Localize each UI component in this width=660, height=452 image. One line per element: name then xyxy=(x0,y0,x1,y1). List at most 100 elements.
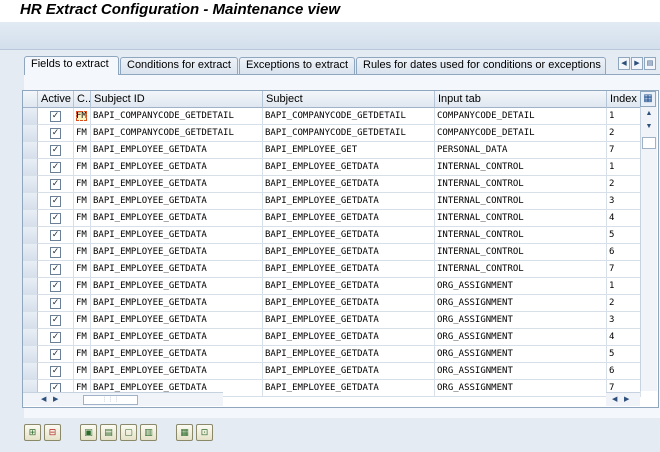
cell-index[interactable]: 7 xyxy=(607,261,641,278)
cell-subject-id[interactable]: BAPI_EMPLOYEE_GETDATA xyxy=(91,176,263,193)
cell-input-tab[interactable]: ORG_ASSIGNMENT xyxy=(435,312,607,329)
cell-c[interactable]: FM xyxy=(74,278,91,295)
cell-c[interactable]: FM xyxy=(74,295,91,312)
cell-input-tab[interactable]: INTERNAL_CONTROL xyxy=(435,159,607,176)
table-settings-icon[interactable]: ▦ xyxy=(640,91,656,107)
checkbox[interactable]: ✓ xyxy=(50,145,61,156)
cell-subject[interactable]: BAPI_EMPLOYEE_GETDATA xyxy=(263,159,435,176)
cell-subject-id[interactable]: BAPI_EMPLOYEE_GETDATA xyxy=(91,346,263,363)
cell-c[interactable]: FM xyxy=(74,363,91,380)
deselect-all-icon[interactable]: ▢ xyxy=(120,424,137,441)
cell-input-tab[interactable]: ORG_ASSIGNMENT xyxy=(435,346,607,363)
cell-subject[interactable]: BAPI_COMPANYCODE_GETDETAIL xyxy=(263,108,435,125)
active-checkbox[interactable]: ✓ xyxy=(38,193,74,210)
column-header-subject[interactable]: Subject xyxy=(263,91,435,108)
row-selector[interactable] xyxy=(23,108,38,125)
scroll-thumb[interactable] xyxy=(642,137,656,149)
active-checkbox[interactable]: ✓ xyxy=(38,312,74,329)
cell-input-tab[interactable]: INTERNAL_CONTROL xyxy=(435,244,607,261)
cell-index[interactable]: 5 xyxy=(607,227,641,244)
active-checkbox[interactable]: ✓ xyxy=(38,108,74,125)
cell-input-tab[interactable]: INTERNAL_CONTROL xyxy=(435,261,607,278)
checkbox[interactable]: ✓ xyxy=(50,179,61,190)
column-header-subject-id[interactable]: Subject ID xyxy=(91,91,263,108)
cell-subject-id[interactable]: BAPI_EMPLOYEE_GETDATA xyxy=(91,278,263,295)
cell-subject-id[interactable]: BAPI_EMPLOYEE_GETDATA xyxy=(91,142,263,159)
active-checkbox[interactable]: ✓ xyxy=(38,176,74,193)
cell-subject[interactable]: BAPI_EMPLOYEE_GETDATA xyxy=(263,193,435,210)
checkbox[interactable]: ✓ xyxy=(50,230,61,241)
cell-subject-id[interactable]: BAPI_EMPLOYEE_GETDATA xyxy=(91,312,263,329)
cell-subject[interactable]: BAPI_EMPLOYEE_GETDATA xyxy=(263,295,435,312)
cell-subject[interactable]: BAPI_COMPANYCODE_GETDETAIL xyxy=(263,125,435,142)
scroll-right-icon[interactable]: ▶ xyxy=(624,393,629,406)
copy-rows-icon[interactable]: ▥ xyxy=(140,424,157,441)
checkbox[interactable]: ✓ xyxy=(50,213,61,224)
scroll-thumb[interactable]: ⋮⋮⋮ xyxy=(83,395,138,405)
cell-input-tab[interactable]: COMPANYCODE_DETAIL xyxy=(435,125,607,142)
cell-index[interactable]: 4 xyxy=(607,210,641,227)
active-checkbox[interactable]: ✓ xyxy=(38,278,74,295)
checkbox[interactable]: ✓ xyxy=(50,366,61,377)
scroll-right-icon[interactable]: ▶ xyxy=(53,393,58,406)
scroll-down-icon[interactable]: ▼ xyxy=(641,120,657,133)
active-checkbox[interactable]: ✓ xyxy=(38,261,74,278)
print-preview-icon[interactable]: ▦ xyxy=(176,424,193,441)
cell-c[interactable]: FM xyxy=(74,227,91,244)
cell-input-tab[interactable]: PERSONAL_DATA xyxy=(435,142,607,159)
active-checkbox[interactable]: ✓ xyxy=(38,142,74,159)
cell-index[interactable]: 1 xyxy=(607,159,641,176)
cell-input-tab[interactable]: ORG_ASSIGNMENT xyxy=(435,295,607,312)
select-block-icon[interactable]: ▤ xyxy=(100,424,117,441)
cell-c[interactable]: FM xyxy=(74,244,91,261)
checkbox[interactable]: ✓ xyxy=(50,247,61,258)
row-selector[interactable] xyxy=(23,176,38,193)
row-selector[interactable] xyxy=(23,261,38,278)
export-icon[interactable]: ⊡ xyxy=(196,424,213,441)
row-selector[interactable] xyxy=(23,210,38,227)
tab-scroll-right-icon[interactable]: ▶ xyxy=(631,57,643,70)
cell-subject[interactable]: BAPI_EMPLOYEE_GETDATA xyxy=(263,278,435,295)
horizontal-scrollbar-right[interactable]: ◀ ▶ xyxy=(606,392,640,406)
cell-subject[interactable]: BAPI_EMPLOYEE_GETDATA xyxy=(263,261,435,278)
cell-c[interactable]: FM xyxy=(74,329,91,346)
cell-input-tab[interactable]: ORG_ASSIGNMENT xyxy=(435,380,607,397)
tab-fields-to-extract[interactable]: Fields to extract xyxy=(24,56,119,75)
tab-conditions-for-extract[interactable]: Conditions for extract xyxy=(120,57,238,74)
cell-subject[interactable]: BAPI_EMPLOYEE_GETDATA xyxy=(263,329,435,346)
cell-c[interactable]: FM xyxy=(74,261,91,278)
insert-row-icon[interactable]: ⊞ xyxy=(24,424,41,441)
scroll-up-icon[interactable]: ▲ xyxy=(641,107,657,120)
cell-subject[interactable]: BAPI_EMPLOYEE_GETDATA xyxy=(263,363,435,380)
cell-c[interactable]: FM xyxy=(74,346,91,363)
cell-c[interactable]: FM xyxy=(74,159,91,176)
cell-subject[interactable]: BAPI_EMPLOYEE_GETDATA xyxy=(263,346,435,363)
checkbox[interactable]: ✓ xyxy=(50,111,61,122)
cell-subject[interactable]: BAPI_EMPLOYEE_GETDATA xyxy=(263,210,435,227)
cell-subject-id[interactable]: BAPI_EMPLOYEE_GETDATA xyxy=(91,193,263,210)
cell-c[interactable]: FM xyxy=(74,125,91,142)
row-selector[interactable] xyxy=(23,278,38,295)
tab-rules-for-dates[interactable]: Rules for dates used for conditions or e… xyxy=(356,57,606,74)
row-selector[interactable] xyxy=(23,329,38,346)
checkbox[interactable]: ✓ xyxy=(50,281,61,292)
checkbox[interactable]: ✓ xyxy=(50,128,61,139)
row-selector[interactable] xyxy=(23,363,38,380)
scroll-left-icon[interactable]: ◀ xyxy=(41,393,46,406)
row-selector[interactable] xyxy=(23,227,38,244)
active-checkbox[interactable]: ✓ xyxy=(38,346,74,363)
checkbox[interactable]: ✓ xyxy=(50,332,61,343)
checkbox[interactable]: ✓ xyxy=(50,315,61,326)
cell-subject[interactable]: BAPI_EMPLOYEE_GETDATA xyxy=(263,227,435,244)
row-selector[interactable] xyxy=(23,295,38,312)
cell-subject[interactable]: BAPI_EMPLOYEE_GETDATA xyxy=(263,312,435,329)
cell-subject-id[interactable]: BAPI_EMPLOYEE_GETDATA xyxy=(91,261,263,278)
vertical-scrollbar[interactable]: ▲ ▼ xyxy=(640,91,657,391)
cell-c[interactable]: FM xyxy=(74,142,91,159)
tab-exceptions-to-extract[interactable]: Exceptions to extract xyxy=(239,57,355,74)
row-selector[interactable] xyxy=(23,346,38,363)
tab-scroll-left-icon[interactable]: ◀ xyxy=(618,57,630,70)
active-checkbox[interactable]: ✓ xyxy=(38,159,74,176)
checkbox[interactable]: ✓ xyxy=(50,349,61,360)
active-checkbox[interactable]: ✓ xyxy=(38,227,74,244)
